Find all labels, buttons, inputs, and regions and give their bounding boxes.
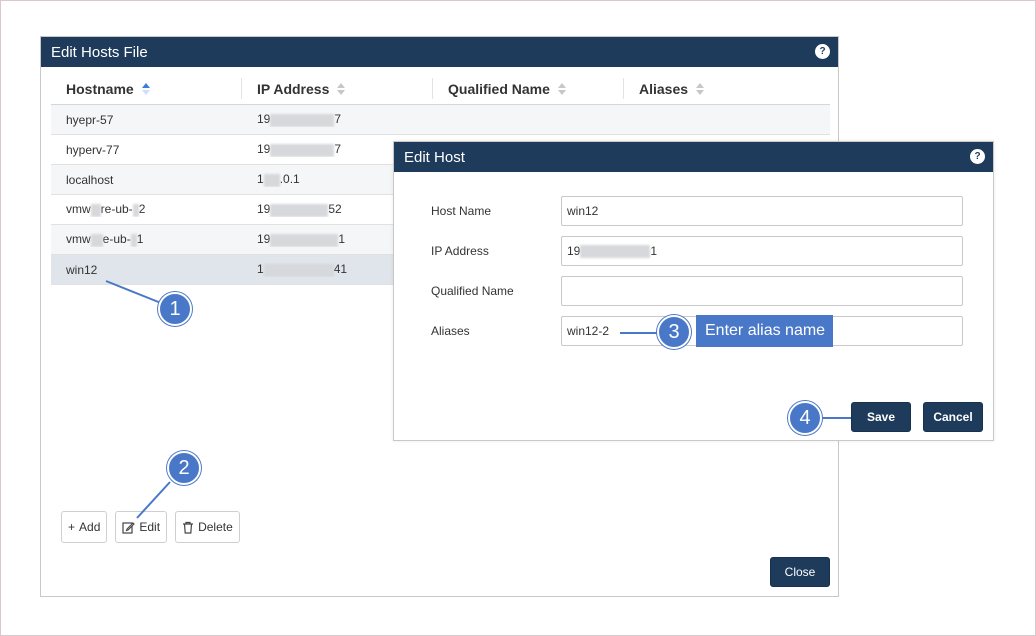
- column-ip-address[interactable]: IP Address: [242, 78, 433, 99]
- host-name-row: Host Name win12: [431, 196, 963, 226]
- table-toolbar: + Add Edit Delete: [61, 511, 240, 543]
- callout-3-label: Enter alias name: [696, 315, 833, 347]
- table-header: Hostname IP Address Qualified Name Alias…: [51, 73, 830, 105]
- callout-4: 4: [788, 401, 822, 435]
- host-name-field[interactable]: win12: [561, 196, 963, 226]
- help-icon[interactable]: ?: [970, 149, 985, 164]
- qualified-name-field[interactable]: [561, 276, 963, 306]
- ip-address-field[interactable]: 19 1: [561, 236, 963, 266]
- hostname-cell: hyepr-57: [66, 112, 114, 127]
- add-button[interactable]: + Add: [61, 511, 108, 543]
- callout-3: 3: [657, 315, 691, 349]
- qualified-name-label: Qualified Name: [431, 284, 514, 298]
- hostname-cell: localhost: [66, 172, 114, 187]
- dialog-title: Edit Host: [404, 148, 465, 166]
- trash-icon: [183, 521, 194, 534]
- ip-address-label: IP Address: [431, 244, 489, 258]
- qualified-name-row: Qualified Name: [431, 276, 963, 306]
- save-button[interactable]: Save: [851, 402, 911, 432]
- close-button[interactable]: Close: [770, 557, 830, 587]
- sort-icon[interactable]: [337, 82, 346, 95]
- cancel-button[interactable]: Cancel: [923, 402, 983, 432]
- edit-button[interactable]: Edit: [115, 511, 168, 543]
- column-qualified-name[interactable]: Qualified Name: [433, 78, 624, 99]
- table-row[interactable]: hyepr-57 19 7: [51, 105, 830, 135]
- sort-icon[interactable]: [696, 82, 705, 95]
- sort-icon[interactable]: [557, 82, 566, 95]
- host-name-label: Host Name: [431, 204, 492, 218]
- edit-host-dialog: Edit Host ? Host Name win12 IP Address 1…: [393, 141, 994, 441]
- dialog-title: Edit Hosts File: [51, 43, 148, 61]
- hostname-cell: vmw re-ub- 2: [66, 202, 146, 217]
- help-icon[interactable]: ?: [815, 44, 830, 59]
- edit-icon: [122, 521, 136, 534]
- hostname-cell: vmw e-ub- 1: [66, 232, 144, 247]
- hostname-cell: win12: [66, 262, 98, 277]
- dialog-header: Edit Hosts File ?: [41, 37, 838, 67]
- delete-button[interactable]: Delete: [175, 511, 240, 543]
- column-hostname[interactable]: Hostname: [51, 78, 242, 99]
- callout-2: 2: [167, 451, 201, 485]
- callout-1: 1: [158, 292, 192, 326]
- aliases-label: Aliases: [431, 324, 470, 338]
- hostname-cell: hyperv-77: [66, 142, 120, 157]
- sort-icon[interactable]: [141, 82, 150, 95]
- ip-address-row: IP Address 19 1: [431, 236, 963, 266]
- plus-icon: +: [68, 520, 76, 534]
- ip-cell: 19 7: [257, 112, 342, 127]
- column-aliases[interactable]: Aliases: [624, 78, 830, 99]
- dialog-header: Edit Host ?: [394, 142, 993, 172]
